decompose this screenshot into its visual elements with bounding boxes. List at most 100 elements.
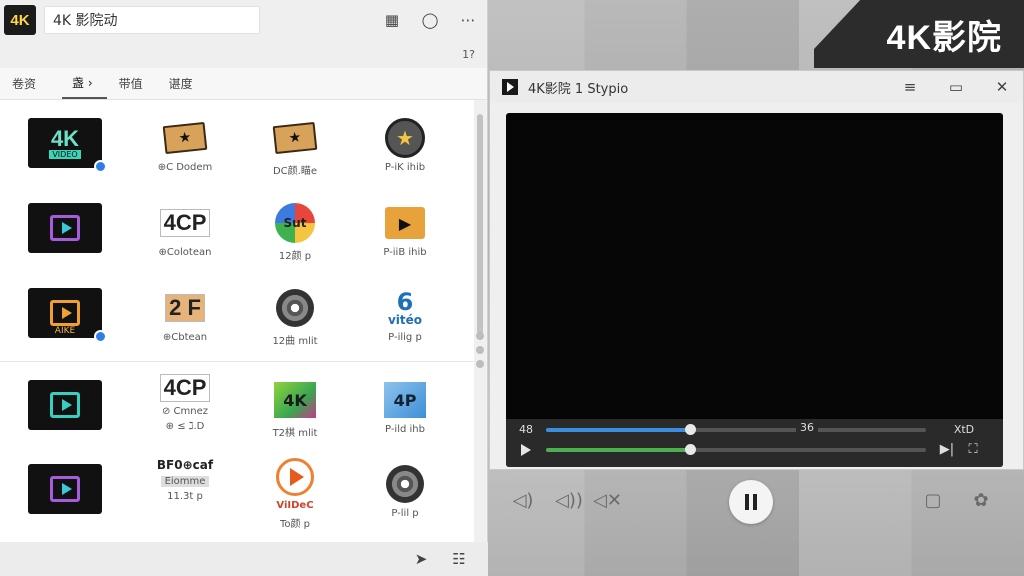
- app-item[interactable]: 6 vitéo P-ilig p: [350, 270, 460, 355]
- progress-row: 48 36 XtD: [506, 421, 1003, 436]
- app-label: DC颜.瞄e: [272, 166, 317, 177]
- progress-knob[interactable]: [685, 423, 697, 435]
- app-item[interactable]: P-lil p: [350, 446, 460, 531]
- app-item[interactable]: 12曲 mlit: [240, 270, 350, 355]
- suit-logo-icon: Sut: [275, 203, 315, 243]
- pause-button[interactable]: [729, 480, 773, 524]
- app-item[interactable]: ▶ P-iiB ihib: [350, 185, 460, 270]
- grid-scrollbar[interactable]: [474, 100, 486, 542]
- app-label: 12颜 p: [278, 251, 312, 262]
- close-icon[interactable]: ✕: [993, 78, 1011, 96]
- app-label: ⊕C Dodem: [157, 162, 213, 173]
- app-label: ⊕Cbtean: [162, 332, 208, 343]
- launcher-sub-bar: 1?: [0, 40, 487, 68]
- app-item[interactable]: 4CP ⊕Colotean: [130, 185, 240, 270]
- app-logo[interactable]: 4K: [4, 5, 36, 35]
- video-camera-icon: ▶: [385, 207, 425, 239]
- video-display[interactable]: [506, 113, 1003, 467]
- more-options-icon[interactable]: ⋯: [459, 11, 477, 29]
- circle-star-icon: ★: [385, 118, 425, 158]
- app-subtitle: Eiomme: [160, 476, 210, 487]
- sub-label: 1?: [462, 47, 475, 61]
- progress-slider[interactable]: [546, 423, 926, 435]
- film-reel-icon: [386, 465, 424, 503]
- app-label: To颜 p: [279, 519, 311, 530]
- blue-4p-icon: 4P: [384, 382, 426, 418]
- badge-icon: [94, 330, 107, 343]
- brand-banner-text: 4K影院: [886, 18, 1002, 57]
- volume-slider[interactable]: [546, 443, 926, 455]
- clapper-star-icon: ★: [162, 121, 208, 155]
- folder-icon[interactable]: ▢: [921, 490, 945, 511]
- time-right: XtD: [953, 423, 975, 436]
- menu-icon[interactable]: ≡: [901, 78, 919, 96]
- cast-screen-icon[interactable]: ▭: [947, 78, 965, 96]
- play-frame-icon: [50, 215, 80, 241]
- app-item[interactable]: 2 F ⊕Cbtean: [130, 270, 240, 355]
- grid-settings-icon[interactable]: ☷: [450, 550, 468, 568]
- fullscreen-icon[interactable]: ⛶: [960, 442, 986, 457]
- volume-knob[interactable]: [685, 443, 697, 455]
- send-icon[interactable]: ➤: [412, 550, 430, 568]
- app-label: P-lil p: [391, 508, 419, 519]
- app-item[interactable]: 4K VIDEO: [0, 100, 130, 185]
- tab-1[interactable]: 盏 ›: [62, 68, 107, 99]
- player-logo-icon: [502, 79, 518, 95]
- app-item[interactable]: ViIDeC To颜 p: [240, 446, 350, 531]
- bottom-control-strip: ◁) ◁)) ◁✕ ▢ ✿: [489, 470, 1024, 530]
- skip-forward-icon[interactable]: ▶|: [934, 442, 960, 457]
- play-icon[interactable]: [521, 443, 531, 456]
- app-title: 4K: [283, 390, 307, 410]
- app-label: 12曲 mlit: [272, 336, 318, 347]
- video6-logo-icon: 6 vitéo: [387, 287, 423, 327]
- app-title: 4K: [50, 125, 80, 151]
- app-item[interactable]: [0, 185, 130, 270]
- tab-3[interactable]: 谌度: [169, 69, 207, 98]
- launcher-bottom-bar: ➤ ☷: [0, 542, 488, 576]
- settings-flower-icon[interactable]: ✿: [969, 490, 993, 511]
- gallery-icon[interactable]: ▦: [383, 11, 401, 29]
- volume-high-icon[interactable]: ◁)): [555, 490, 583, 511]
- search-input[interactable]: 4K 影院动: [44, 6, 260, 34]
- mute-icon[interactable]: ◁✕: [593, 490, 622, 511]
- time-middle: 36: [796, 421, 818, 434]
- app-item[interactable]: 4K T2棋 mlit: [240, 362, 350, 446]
- app-title: 4CP: [159, 374, 211, 402]
- app-subtitle: VIDEO: [49, 149, 81, 159]
- play-frame-icon: [50, 476, 80, 502]
- app-subtitle: ⊘ Cmnez: [161, 406, 209, 417]
- tab-2[interactable]: 带值: [119, 69, 157, 98]
- app-item[interactable]: Sut 12颜 p: [240, 185, 350, 270]
- app-item[interactable]: [0, 446, 130, 531]
- scrollbar-thumb[interactable]: [477, 114, 483, 340]
- app-item[interactable]: BF0⊕caf Eiomme 11.3t p: [130, 446, 240, 531]
- app-item[interactable]: ★ P-iK ihib: [350, 100, 460, 185]
- scroll-dot: [476, 346, 484, 354]
- scroll-dot: [476, 332, 484, 340]
- app-item[interactable]: 4P P-ild ihb: [350, 362, 460, 446]
- player-title-bar: 4K影院 1 Stypio ≡ ▭ ✕: [490, 71, 1023, 103]
- app-title: 4P: [393, 390, 417, 410]
- app-label: P-ilig p: [388, 332, 422, 343]
- tab-0[interactable]: 卷资: [12, 69, 50, 98]
- volume-low-icon[interactable]: ◁): [511, 490, 535, 511]
- launcher-panel: 4K 4K 影院动 ▦ ◯ ⋯ 1? 卷资 盏 › 带值 谌度 4K VIDEO: [0, 0, 488, 576]
- play-frame-icon: [50, 300, 80, 326]
- app-item[interactable]: 4CP ⊘ Cmnez ⊕ ≤ ℷ.D: [130, 362, 240, 446]
- app-grid: 4K VIDEO ★ ⊕C Dodem ★ DC颜.瞄e ★ P-iK ihib: [0, 100, 474, 542]
- app-label: ⊕Colotean: [158, 247, 212, 258]
- app-label: 11.3t p: [167, 491, 203, 502]
- play-frame-icon: [50, 392, 80, 418]
- app-title: 2 F: [165, 294, 205, 322]
- app-item[interactable]: ★ DC颜.瞄e: [240, 100, 350, 185]
- chat-bubble-icon[interactable]: ◯: [421, 11, 439, 29]
- film-reel-icon: [276, 289, 314, 327]
- app-item[interactable]: [0, 362, 130, 446]
- app-item[interactable]: ★ ⊕C Dodem: [130, 100, 240, 185]
- app-label: P-ild ihb: [385, 424, 425, 435]
- progress-fill: [546, 427, 691, 432]
- transport-row: ▶| ⛶: [506, 442, 1003, 457]
- green-4k-icon: 4K: [274, 382, 316, 418]
- play-tile: AIKE: [28, 288, 107, 343]
- app-item[interactable]: AIKE: [0, 270, 130, 355]
